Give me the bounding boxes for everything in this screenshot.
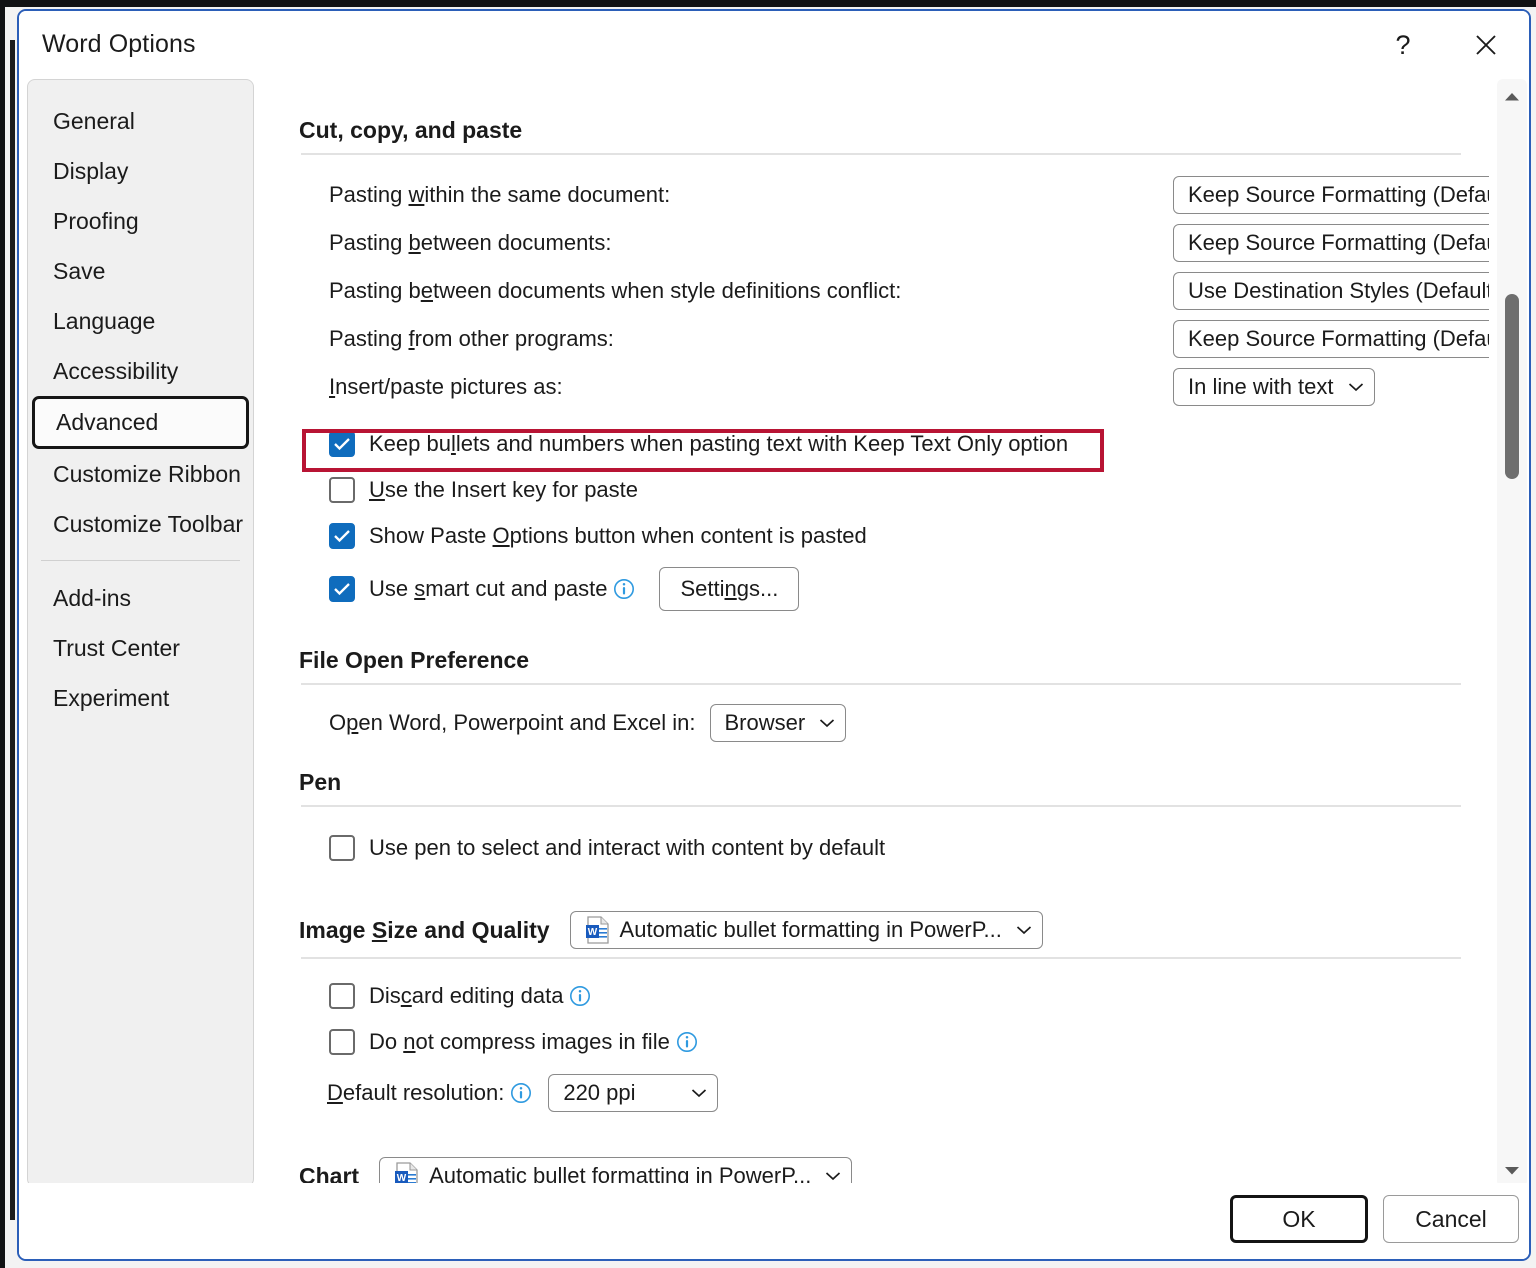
dropdown-value: Keep Source Formatting (Default) — [1188, 326, 1489, 351]
dropdown-paste-other-programs[interactable]: Keep Source Formatting (Default) — [1173, 320, 1489, 358]
section-heading-cut-copy-paste: Cut, copy, and paste — [299, 117, 523, 143]
setting-row-paste-other-programs: Pasting from other programs: Keep Source… — [329, 315, 1489, 363]
background-window-edge — [10, 40, 15, 1220]
help-icon[interactable]: ? — [1381, 25, 1425, 65]
checkbox-row-smart-cut-paste[interactable]: Use smart cut and paste Setti n gs... — [329, 559, 1467, 619]
sidebar-item-advanced[interactable]: Advanced — [32, 396, 249, 449]
dropdown-value: Keep Source Formatting (Default) — [1188, 230, 1489, 255]
dropdown-image-size-quality-target[interactable]: W Automatic bullet formatting in PowerP.… — [569, 911, 1043, 949]
sidebar-item-customize-toolbar[interactable]: Customize Toolbar — [28, 499, 253, 549]
label-keep-bullets: Keep bullets and numbers when pasting te… — [369, 431, 1069, 456]
cancel-button[interactable]: Cancel — [1383, 1195, 1519, 1243]
scrollbar-down-arrow-icon[interactable] — [1497, 1157, 1527, 1183]
close-icon[interactable] — [1464, 25, 1508, 65]
section-heading-file-open-preference: File Open Preference — [299, 647, 530, 673]
sidebar-item-proofing[interactable]: Proofing — [28, 196, 253, 246]
dialog-title: Word Options — [42, 30, 196, 58]
info-icon[interactable] — [676, 1031, 698, 1053]
setting-row-default-resolution: Default resolution: 220 ppi — [327, 1065, 1467, 1121]
label-default-resolution: Default resolution: — [327, 1080, 505, 1105]
scrollbar-up-arrow-icon[interactable] — [1497, 83, 1527, 109]
section-heading-image-size-quality: Image Size and Quality — [299, 916, 550, 943]
content-scrollbar[interactable] — [1497, 79, 1527, 1187]
label-insert-key-paste: Use the Insert key for paste — [369, 477, 639, 502]
label-paste-within-document: Pasting within the same document: — [329, 182, 671, 207]
info-icon[interactable] — [613, 578, 635, 600]
label-paste-between-documents: Pasting between documents: — [329, 230, 612, 255]
checkbox-do-not-compress[interactable] — [329, 1029, 355, 1055]
checkbox-row-keep-bullets[interactable]: Keep bullets and numbers when pasting te… — [329, 421, 1467, 467]
sidebar-item-general[interactable]: General — [28, 96, 253, 146]
label-open-in: Open Word, Powerpoint and Excel in: — [329, 710, 696, 735]
sidebar-item-add-ins[interactable]: Add-ins — [28, 573, 253, 623]
sidebar-item-trust-center[interactable]: Trust Center — [28, 623, 253, 673]
setting-row-paste-between-documents: Pasting between documents: Keep Source F… — [329, 219, 1489, 267]
setting-row-paste-within-document: Pasting within the same document: Keep S… — [329, 171, 1489, 219]
label-paste-other-programs: Pasting from other programs: — [329, 326, 614, 351]
setting-row-open-in: Open Word, Powerpoint and Excel in: Brow… — [329, 699, 1467, 747]
sidebar-divider — [41, 560, 240, 561]
word-document-icon: W — [585, 916, 611, 944]
dropdown-value: Automatic bullet formatting in PowerP... — [619, 917, 1002, 942]
chevron-down-icon — [691, 1088, 707, 1098]
dropdown-open-in[interactable]: Browser — [709, 704, 847, 742]
sidebar-item-experiment[interactable]: Experiment — [28, 673, 253, 723]
dropdown-default-resolution[interactable]: 220 ppi — [548, 1074, 719, 1112]
options-content-pane: Cut, copy, and paste Pasting within the … — [267, 79, 1489, 1187]
checkbox-smart-cut-paste[interactable] — [329, 576, 355, 602]
section-heading-pen: Pen — [299, 769, 342, 795]
ok-button[interactable]: OK — [1230, 1195, 1368, 1243]
dialog-titlebar: Word Options ? — [19, 11, 1529, 77]
checkbox-show-paste-options[interactable] — [329, 523, 355, 549]
dropdown-value: In line with text — [1188, 374, 1334, 399]
dropdown-value: 220 ppi — [563, 1080, 636, 1105]
sidebar-item-accessibility[interactable]: Accessibility — [28, 346, 253, 396]
svg-text:W: W — [587, 927, 597, 938]
dropdown-paste-within-document[interactable]: Keep Source Formatting (Default) — [1173, 176, 1489, 214]
label-smart-cut-paste: Use smart cut and paste — [369, 576, 608, 601]
chevron-down-icon — [1348, 382, 1364, 392]
sidebar-item-customize-ribbon[interactable]: Customize Ribbon — [28, 449, 253, 499]
dropdown-value: Keep Source Formatting (Default) — [1188, 182, 1489, 207]
setting-row-insert-paste-pictures: Insert/paste pictures as: In line with t… — [329, 363, 1467, 411]
checkbox-row-use-pen[interactable]: Use pen to select and interact with cont… — [329, 825, 1467, 871]
label-show-paste-options: Show Paste Options button when content i… — [369, 523, 867, 548]
sidebar-item-display[interactable]: Display — [28, 146, 253, 196]
setting-row-paste-style-conflict: Pasting between documents when style def… — [329, 267, 1489, 315]
label-insert-paste-pictures: Insert/paste pictures as: — [329, 374, 563, 399]
dropdown-paste-between-documents[interactable]: Keep Source Formatting (Default) — [1173, 224, 1489, 262]
checkbox-use-pen[interactable] — [329, 835, 355, 861]
dropdown-paste-style-conflict[interactable]: Use Destination Styles (Default) — [1173, 272, 1489, 310]
checkbox-insert-key-paste[interactable] — [329, 477, 355, 503]
checkbox-row-discard-editing-data[interactable]: Discard editing data — [329, 973, 1467, 1019]
checkbox-row-show-paste-options[interactable]: Show Paste Options button when content i… — [329, 513, 1467, 559]
dropdown-insert-paste-pictures[interactable]: In line with text — [1173, 368, 1375, 406]
sidebar-item-language[interactable]: Language — [28, 296, 253, 346]
info-icon[interactable] — [569, 985, 591, 1007]
label-do-not-compress: Do not compress images in file — [369, 1029, 670, 1054]
info-icon[interactable] — [510, 1082, 532, 1104]
checkbox-keep-bullets[interactable] — [329, 431, 355, 457]
section-heading-row-image-size-quality: Image Size and Quality W Automatic bulle… — [281, 911, 1467, 949]
label-discard-editing-data: Discard editing data — [369, 983, 564, 1008]
label-paste-style-conflict: Pasting between documents when style def… — [329, 278, 902, 303]
checkbox-discard-editing-data[interactable] — [329, 983, 355, 1009]
sidebar-item-save[interactable]: Save — [28, 246, 253, 296]
word-options-dialog: Word Options ? General Display Proofing … — [17, 9, 1531, 1261]
dropdown-value: Use Destination Styles (Default) — [1188, 278, 1489, 303]
dialog-footer: OK Cancel — [19, 1183, 1529, 1259]
options-sidebar: General Display Proofing Save Language A… — [27, 79, 254, 1187]
chevron-down-icon — [825, 1171, 841, 1181]
dropdown-value: Browser — [724, 710, 806, 735]
chevron-down-icon — [819, 718, 835, 728]
checkbox-row-do-not-compress[interactable]: Do not compress images in file — [329, 1019, 1467, 1065]
checkbox-row-insert-key-paste[interactable]: Use the Insert key for paste — [329, 467, 1467, 513]
label-use-pen: Use pen to select and interact with cont… — [369, 835, 886, 860]
scrollbar-thumb[interactable] — [1505, 294, 1519, 479]
chevron-down-icon — [1016, 925, 1032, 935]
smart-cut-paste-settings-button[interactable]: Setti n gs... — [659, 567, 800, 611]
